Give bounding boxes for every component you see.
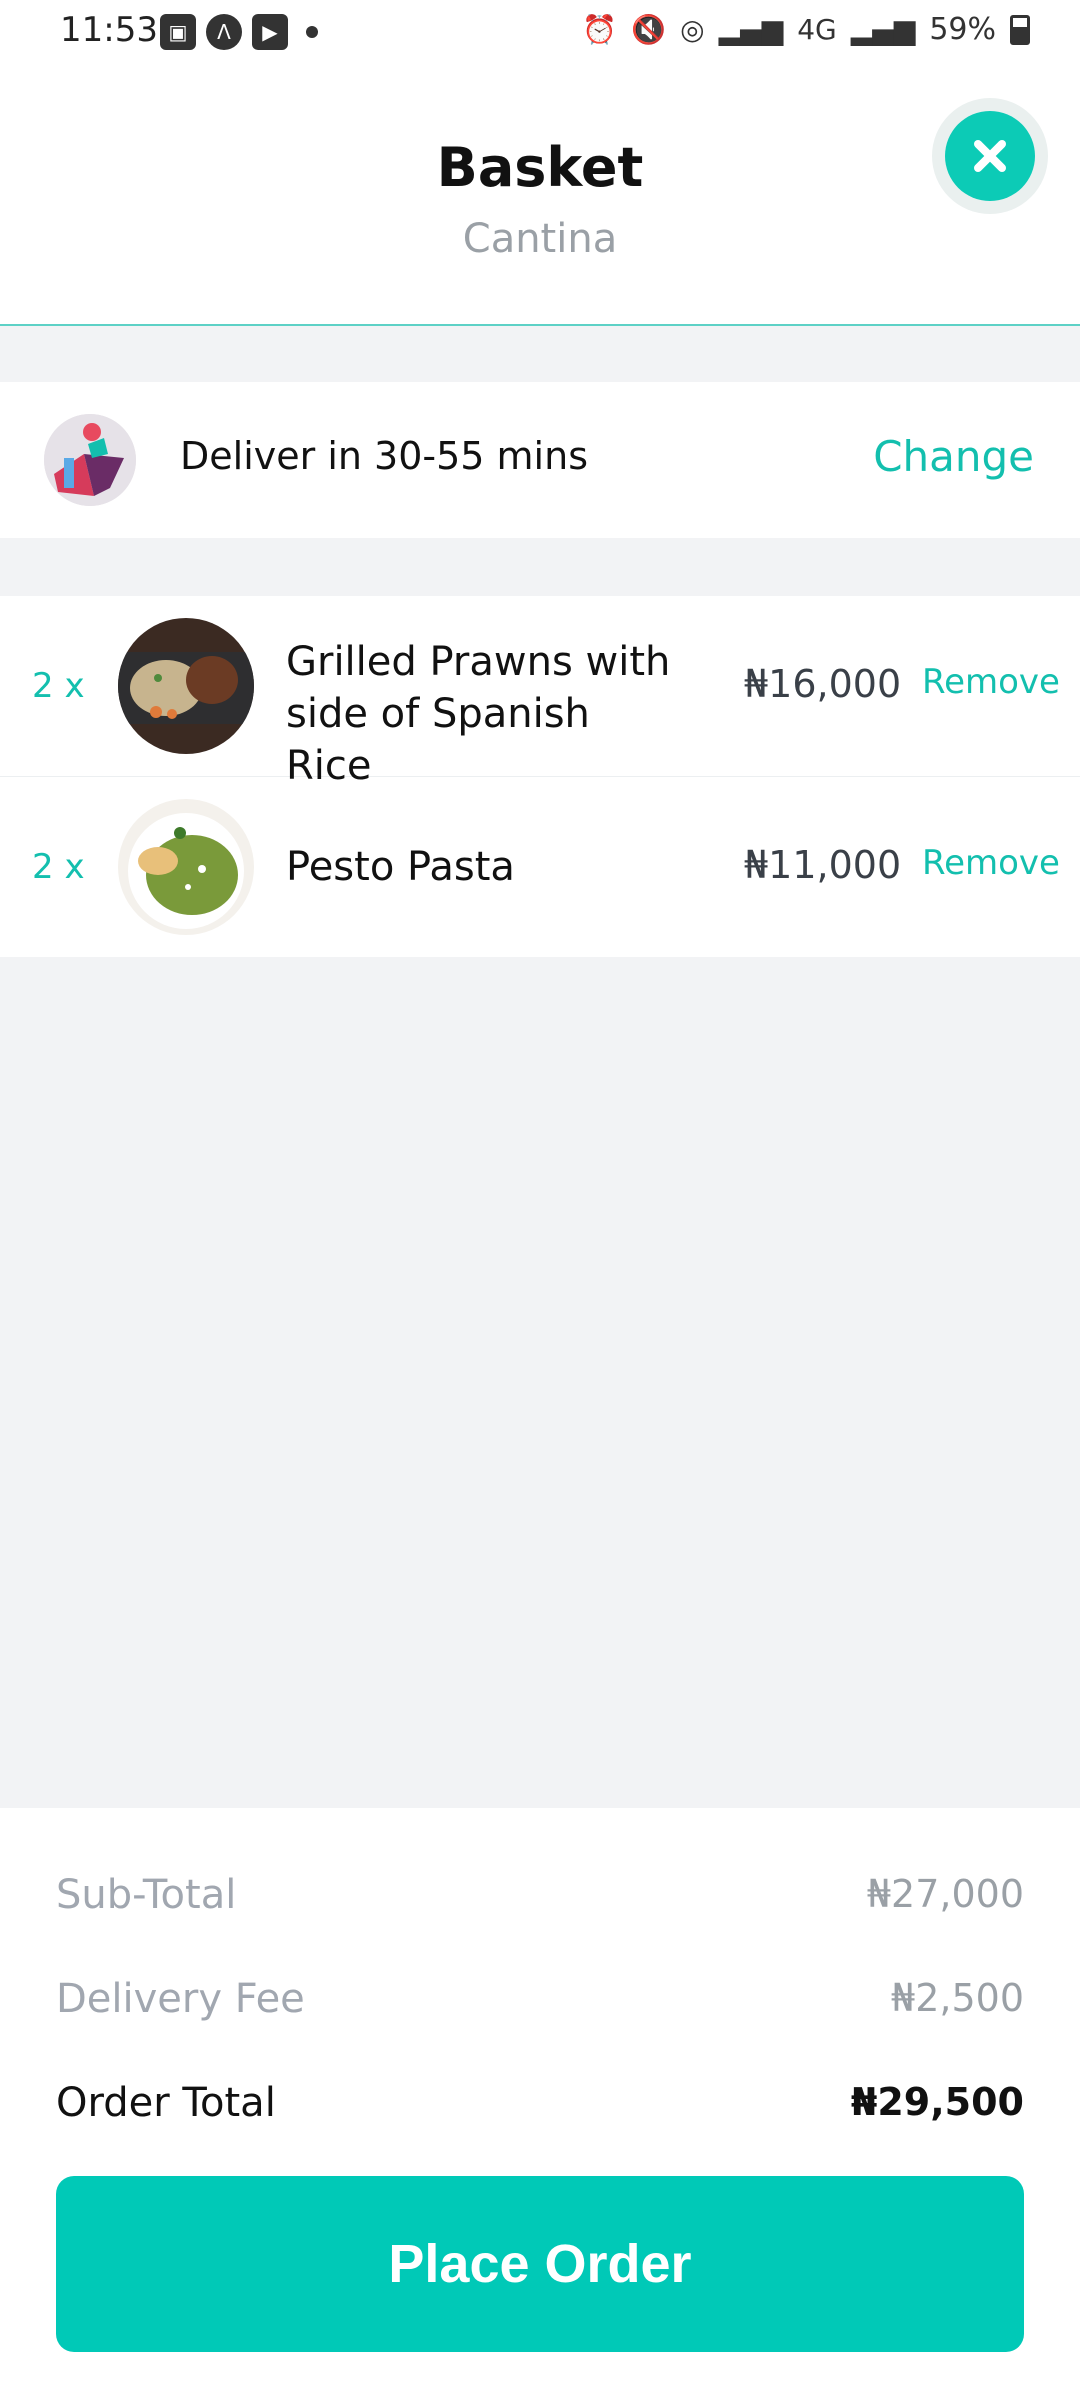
item-name: Pesto Pasta (286, 844, 515, 890)
close-button-circle[interactable] (945, 111, 1035, 201)
change-delivery-button[interactable]: Change (873, 432, 1034, 481)
delivery-fee-row: Delivery Fee ₦2,500 (56, 1976, 1024, 2022)
subtotal-value: ₦27,000 (866, 1872, 1024, 1916)
item-price: ₦11,000 (744, 843, 902, 887)
battery-icon (1010, 14, 1030, 45)
item-price: ₦16,000 (744, 662, 902, 706)
basket-items-list: 2 x Grilled Prawns with side of Spanish … (0, 596, 1080, 957)
signal-icon: ▂▄▆ (850, 13, 916, 46)
item-thumbnail (118, 799, 254, 935)
list-item: 2 x Grilled Prawns with side of Spanish … (0, 596, 1080, 789)
status-bar: 11:53 ▣ Λ ▶ ⏰ 🔇 ◎ ▂▄▆ 4G ▂▄▆ 59% (0, 0, 1080, 66)
subtotal-row: Sub-Total ₦27,000 (56, 1872, 1024, 1918)
restaurant-name: Cantina (462, 216, 618, 262)
status-left-icons: ▣ Λ ▶ (160, 14, 318, 50)
dot-icon (306, 26, 318, 38)
rider-icon (44, 414, 136, 506)
order-total-row: Order Total ₦29,500 (56, 2080, 1024, 2126)
alarm-icon: ⏰ (582, 13, 618, 46)
remove-item-button[interactable]: Remove (922, 662, 1060, 702)
status-time: 11:53 (60, 10, 158, 50)
item-quantity: 2 x (32, 847, 85, 887)
a-icon: Λ (206, 14, 242, 50)
basket-header: Basket Cantina (0, 66, 1080, 326)
item-thumbnail (118, 618, 254, 754)
item-quantity: 2 x (32, 666, 85, 706)
list-item: 2 x Pesto Pasta ₦11,000 Remove (0, 777, 1080, 957)
image-icon: ▣ (160, 14, 196, 50)
close-icon (974, 140, 1006, 172)
order-total-label: Order Total (56, 2080, 276, 2126)
status-right-icons: ⏰ 🔇 ◎ ▂▄▆ 4G ▂▄▆ 59% (582, 12, 1030, 47)
delivery-fee-value: ₦2,500 (891, 1976, 1024, 2020)
youtube-icon: ▶ (252, 14, 288, 50)
order-total-value: ₦29,500 (850, 2080, 1024, 2124)
delivery-fee-label: Delivery Fee (56, 1976, 305, 2022)
battery-percent: 59% (929, 12, 996, 47)
hotspot-icon: ◎ (680, 13, 705, 46)
signal-icon: ▂▄▆ (718, 13, 784, 46)
mute-icon: 🔇 (631, 13, 667, 46)
delivery-row: Deliver in 30-55 mins Change (0, 382, 1080, 538)
delivery-time-text: Deliver in 30-55 mins (180, 434, 588, 478)
4g-icon: 4G (797, 13, 837, 46)
close-button[interactable] (932, 98, 1048, 214)
subtotal-label: Sub-Total (56, 1872, 237, 1918)
place-order-button[interactable]: Place Order (56, 2176, 1024, 2352)
page-title: Basket (436, 136, 644, 199)
item-name: Grilled Prawns with side of Spanish Rice (286, 639, 671, 789)
remove-item-button[interactable]: Remove (922, 843, 1060, 883)
order-summary: Sub-Total ₦27,000 Delivery Fee ₦2,500 Or… (0, 1808, 1080, 2408)
